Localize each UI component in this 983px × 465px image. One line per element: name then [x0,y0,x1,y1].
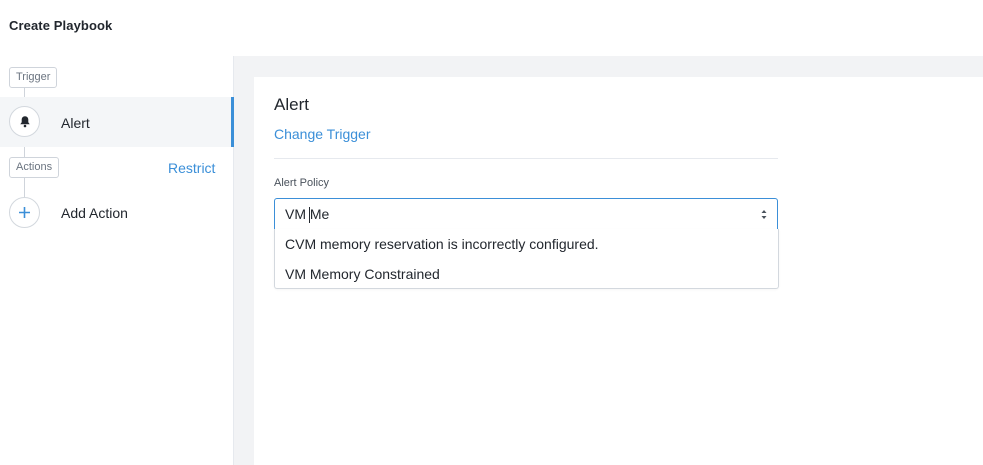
top-bar: Create Playbook [0,0,983,56]
plus-icon [19,207,30,218]
connector-line [24,88,25,97]
bell-icon [19,116,30,128]
alert-policy-select[interactable] [274,198,778,230]
restrict-link[interactable]: Restrict [168,160,215,176]
connector-line [24,147,25,157]
add-action-button[interactable]: Add Action [0,195,234,231]
dropdown-option[interactable]: VM Memory Constrained [275,259,778,289]
select-arrows-icon [761,210,767,219]
sidebar-item-label: Alert [61,115,90,131]
add-action-label: Add Action [61,205,128,221]
bell-icon-circle [9,106,40,137]
section-title: Alert [274,95,309,114]
page-title: Create Playbook [9,18,113,33]
change-trigger-link[interactable]: Change Trigger [274,126,371,142]
divider [274,158,778,159]
alert-policy-dropdown: CVM memory reservation is incorrectly co… [274,229,779,289]
alert-policy-label: Alert Policy [274,177,330,189]
alert-policy-search-input[interactable] [285,199,745,229]
actions-step-tag: Actions [9,157,60,178]
sidebar-item-alert[interactable]: Alert [0,97,234,147]
text-caret [309,207,310,223]
dropdown-option[interactable]: CVM memory reservation is incorrectly co… [275,229,778,259]
plus-icon-circle [9,197,40,228]
trigger-step-tag: Trigger [9,67,58,88]
